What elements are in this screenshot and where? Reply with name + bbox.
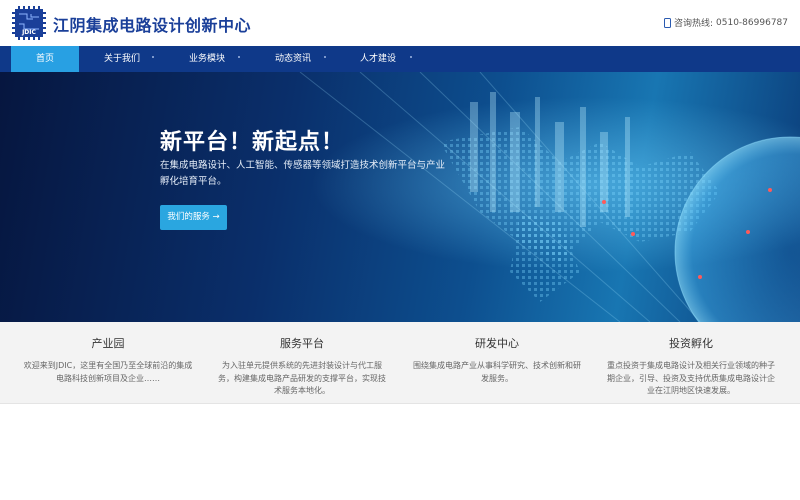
hero-title: 新平台！新起点！	[160, 130, 345, 155]
feature-description: 围绕集成电路产业从事科学研究、技术创新和研发服务。	[413, 361, 581, 383]
feature-strip: 产业园 欢迎来到JDIC，这里有全国乃至全球前沿的集成电路科技创新项目及企业………	[0, 322, 800, 404]
hero-banner: 新平台！新起点！ 在集成电路设计、人工智能、传感器等领域打造技术创新平台与产业孵…	[0, 72, 800, 322]
feature-title[interactable]: 投资孵化	[605, 337, 777, 351]
feature-description: 欢迎来到JDIC，这里有全国乃至全球前沿的集成电路科技创新项目及企业……	[23, 361, 193, 383]
svg-text:JDIC: JDIC	[21, 29, 36, 36]
hero-background-graphic	[0, 72, 800, 322]
our-services-button[interactable]: 我们的服务 →	[160, 205, 227, 230]
feature-service-platform[interactable]: 服务平台 为入驻单元提供系统的先进封装设计与代工服务，构建集成电路产品研发的支撑…	[216, 322, 388, 398]
feature-rd-center[interactable]: 研发中心 围绕集成电路产业从事科学研究、技术创新和研发服务。	[411, 322, 583, 385]
feature-title[interactable]: 服务平台	[216, 337, 388, 351]
feature-description: 重点投资于集成电路设计及相关行业领域的种子期企业，引导、投资及支持优质集成电路设…	[607, 361, 775, 395]
nav-dropdown-indicator	[410, 56, 412, 58]
site-title: 江阴集成电路设计创新中心	[53, 16, 252, 35]
nav-item-business[interactable]: 业务模块	[172, 46, 242, 72]
nav-item-news[interactable]: 动态资讯	[258, 46, 328, 72]
feature-industrial-park[interactable]: 产业园 欢迎来到JDIC，这里有全国乃至全球前沿的集成电路科技创新项目及企业……	[22, 322, 194, 385]
phone-icon	[663, 17, 671, 28]
nav-dropdown-indicator	[324, 56, 326, 58]
nav-item-home[interactable]: 首页	[11, 46, 79, 72]
nav-dropdown-indicator	[238, 56, 240, 58]
feature-description: 为入驻单元提供系统的先进封装设计与代工服务，构建集成电路产品研发的支撑平台，实现…	[218, 361, 386, 395]
feature-investment-incubation[interactable]: 投资孵化 重点投资于集成电路设计及相关行业领域的种子期企业，引导、投资及支持优质…	[605, 322, 777, 398]
jdic-logo[interactable]: JDIC	[11, 6, 47, 40]
nav-dropdown-indicator	[152, 56, 154, 58]
feature-title[interactable]: 研发中心	[411, 337, 583, 351]
hotline: 咨询热线: 0510-86996787	[663, 16, 788, 29]
nav-item-about[interactable]: 关于我们	[87, 46, 157, 72]
nav-item-talent[interactable]: 人才建设	[343, 46, 413, 72]
site-header: JDIC 江阴集成电路设计创新中心 咨询热线: 0510-86996787	[0, 0, 800, 46]
hotline-label: 咨询热线:	[673, 19, 714, 29]
main-nav: 首页 关于我们 业务模块 动态资讯 人才建设	[0, 46, 800, 72]
hero-description: 在集成电路设计、人工智能、传感器等领域打造技术创新平台与产业孵化培育平台。	[160, 160, 446, 187]
feature-title[interactable]: 产业园	[22, 337, 194, 351]
hotline-number: 0510-86996787	[716, 17, 788, 28]
